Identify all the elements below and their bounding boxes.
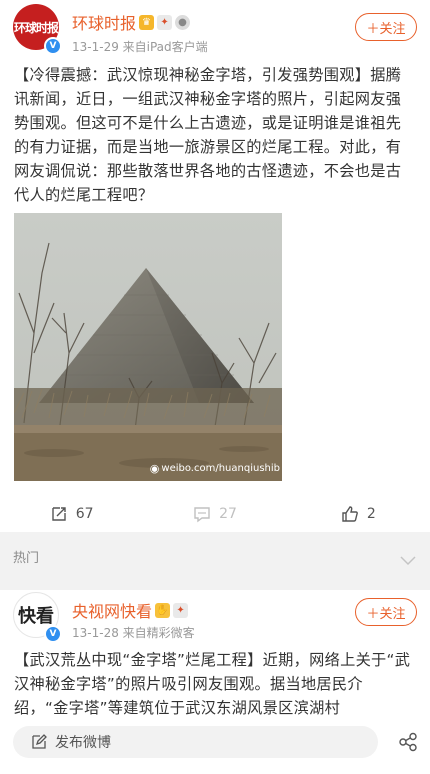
- repost-count: 67: [75, 506, 94, 522]
- author-row: 环球时报 ♛ ✦ ●: [72, 10, 191, 34]
- pyramid-photo: [14, 213, 282, 481]
- verified-icon: V: [44, 37, 62, 55]
- weibo-eye-icon: ◉: [149, 462, 160, 475]
- hot-section-label: 热门: [13, 551, 40, 566]
- image-watermark: ◉ weibo.com/huanqiushib: [150, 462, 280, 475]
- edit-icon: [32, 734, 47, 749]
- post-meta: 13-1-28 来自精彩微客: [72, 626, 195, 640]
- silver-badge-icon: ●: [175, 14, 191, 30]
- post-text: 【武汉荒丛中现“金字塔”烂尾工程】近期，网络上关于“武汉神秘金字塔”的照片吸引网…: [14, 651, 411, 717]
- thumbs-up-icon: [342, 506, 358, 522]
- comment-button[interactable]: 27: [143, 497, 286, 531]
- medal-badge-icon: ✦: [157, 14, 173, 30]
- comment-icon: [194, 507, 210, 523]
- like-button[interactable]: 2: [287, 497, 430, 531]
- post-text: 【冷得震撼：武汉惊现神秘金字塔，引发强势围观】据腾讯新闻，近日，一组武汉神秘金字…: [14, 66, 402, 204]
- crown-badge-icon: ♛: [139, 14, 155, 30]
- post-actions: 67 27 2: [0, 497, 430, 531]
- chevron-down-icon[interactable]: [400, 551, 416, 570]
- verified-icon: V: [44, 625, 62, 643]
- repost-button[interactable]: 67: [0, 497, 143, 531]
- compose-bar: 发布微博: [0, 722, 430, 774]
- compose-input[interactable]: 发布微博: [13, 726, 378, 758]
- author-name[interactable]: 央视网快看: [72, 598, 152, 622]
- like-count: 2: [366, 506, 376, 522]
- medal-badge-icon: ✦: [173, 602, 189, 618]
- avatar-logo-text: 快看: [18, 606, 54, 627]
- hand-badge-icon: ✋: [155, 602, 171, 618]
- weibo-post: 环球时报 V 环球时报 ♛ ✦ ● 13-1-29 来自iPad客户端 ＋关注 …: [0, 0, 430, 532]
- author-name[interactable]: 环球时报: [72, 10, 136, 34]
- author-row: 央视网快看 ✋ ✦: [72, 598, 189, 622]
- post-image[interactable]: ◉ weibo.com/huanqiushib: [14, 213, 282, 481]
- share-icon[interactable]: [398, 732, 418, 756]
- compose-placeholder: 发布微博: [55, 735, 111, 751]
- section-divider: [0, 532, 430, 590]
- watermark-text: weibo.com/huanqiushib: [161, 463, 280, 474]
- repost-icon: [52, 507, 66, 521]
- follow-button[interactable]: ＋关注: [355, 598, 417, 626]
- post-meta: 13-1-29 来自iPad客户端: [72, 40, 208, 54]
- follow-button[interactable]: ＋关注: [355, 13, 417, 41]
- comment-count: 27: [219, 506, 237, 522]
- avatar-logo-text: 环球时报: [13, 20, 59, 35]
